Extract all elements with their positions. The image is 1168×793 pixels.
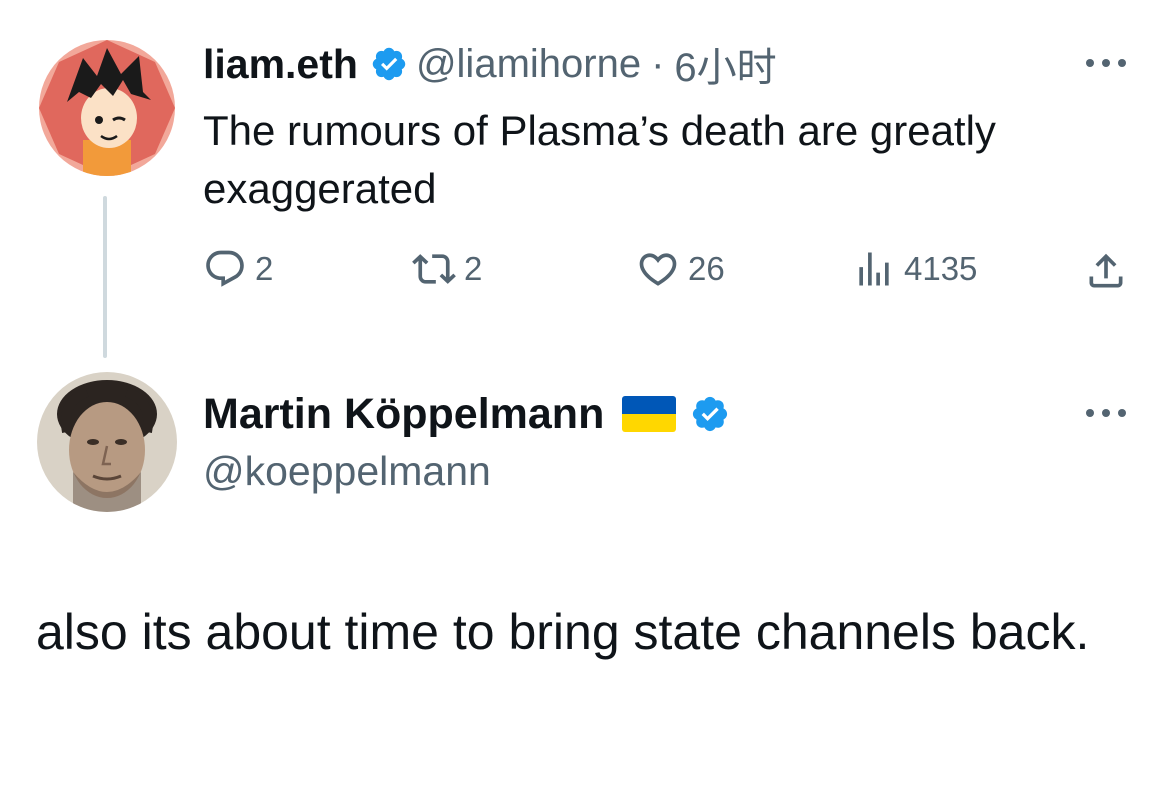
- avatar-liam-image: [39, 40, 175, 176]
- tweet1-header: liam.eth @liamihorne · 6小时: [203, 36, 777, 92]
- tweet2-author-handle[interactable]: @koeppelmann: [203, 448, 491, 495]
- verified-badge-icon: [690, 394, 730, 434]
- tweet1-body-text: The rumours of Plasma’s death are greatl…: [203, 107, 996, 212]
- share-button[interactable]: [1084, 246, 1128, 296]
- reply-button[interactable]: 2: [203, 244, 273, 294]
- like-icon: [639, 253, 677, 286]
- views-icon: [859, 252, 889, 286]
- views-button[interactable]: 4135: [852, 244, 977, 294]
- avatar-martin-image: [37, 372, 177, 512]
- more-options-icon[interactable]: [1084, 406, 1128, 420]
- avatar-martin[interactable]: [37, 372, 177, 512]
- tweet2-body-text: also its about time to bring state chann…: [36, 604, 1090, 660]
- tweet1-author-name[interactable]: liam.eth: [203, 41, 358, 88]
- reply-icon: [206, 250, 244, 287]
- retweet-count: 2: [464, 250, 483, 287]
- tweet2-header: Martin Köppelmann: [203, 384, 730, 444]
- like-button[interactable]: 26: [636, 244, 725, 294]
- thread-connector-line: [103, 196, 107, 358]
- tweet2-author-name[interactable]: Martin Köppelmann: [203, 390, 604, 439]
- tweet1-timestamp[interactable]: 6小时: [674, 35, 776, 93]
- like-count: 26: [688, 250, 725, 287]
- retweet-button[interactable]: 2: [412, 244, 482, 294]
- more-options-icon[interactable]: [1084, 56, 1128, 70]
- reply-count: 2: [255, 250, 274, 287]
- views-count: 4135: [904, 250, 978, 287]
- retweet-icon: [412, 254, 456, 284]
- tweet1-separator: ·: [651, 41, 665, 86]
- share-icon: [1089, 253, 1123, 288]
- verified-badge-icon: [370, 45, 408, 83]
- tweet1-author-handle[interactable]: @liamihorne: [416, 42, 641, 87]
- ukraine-flag-icon: [622, 396, 677, 432]
- avatar-liam[interactable]: [39, 40, 175, 176]
